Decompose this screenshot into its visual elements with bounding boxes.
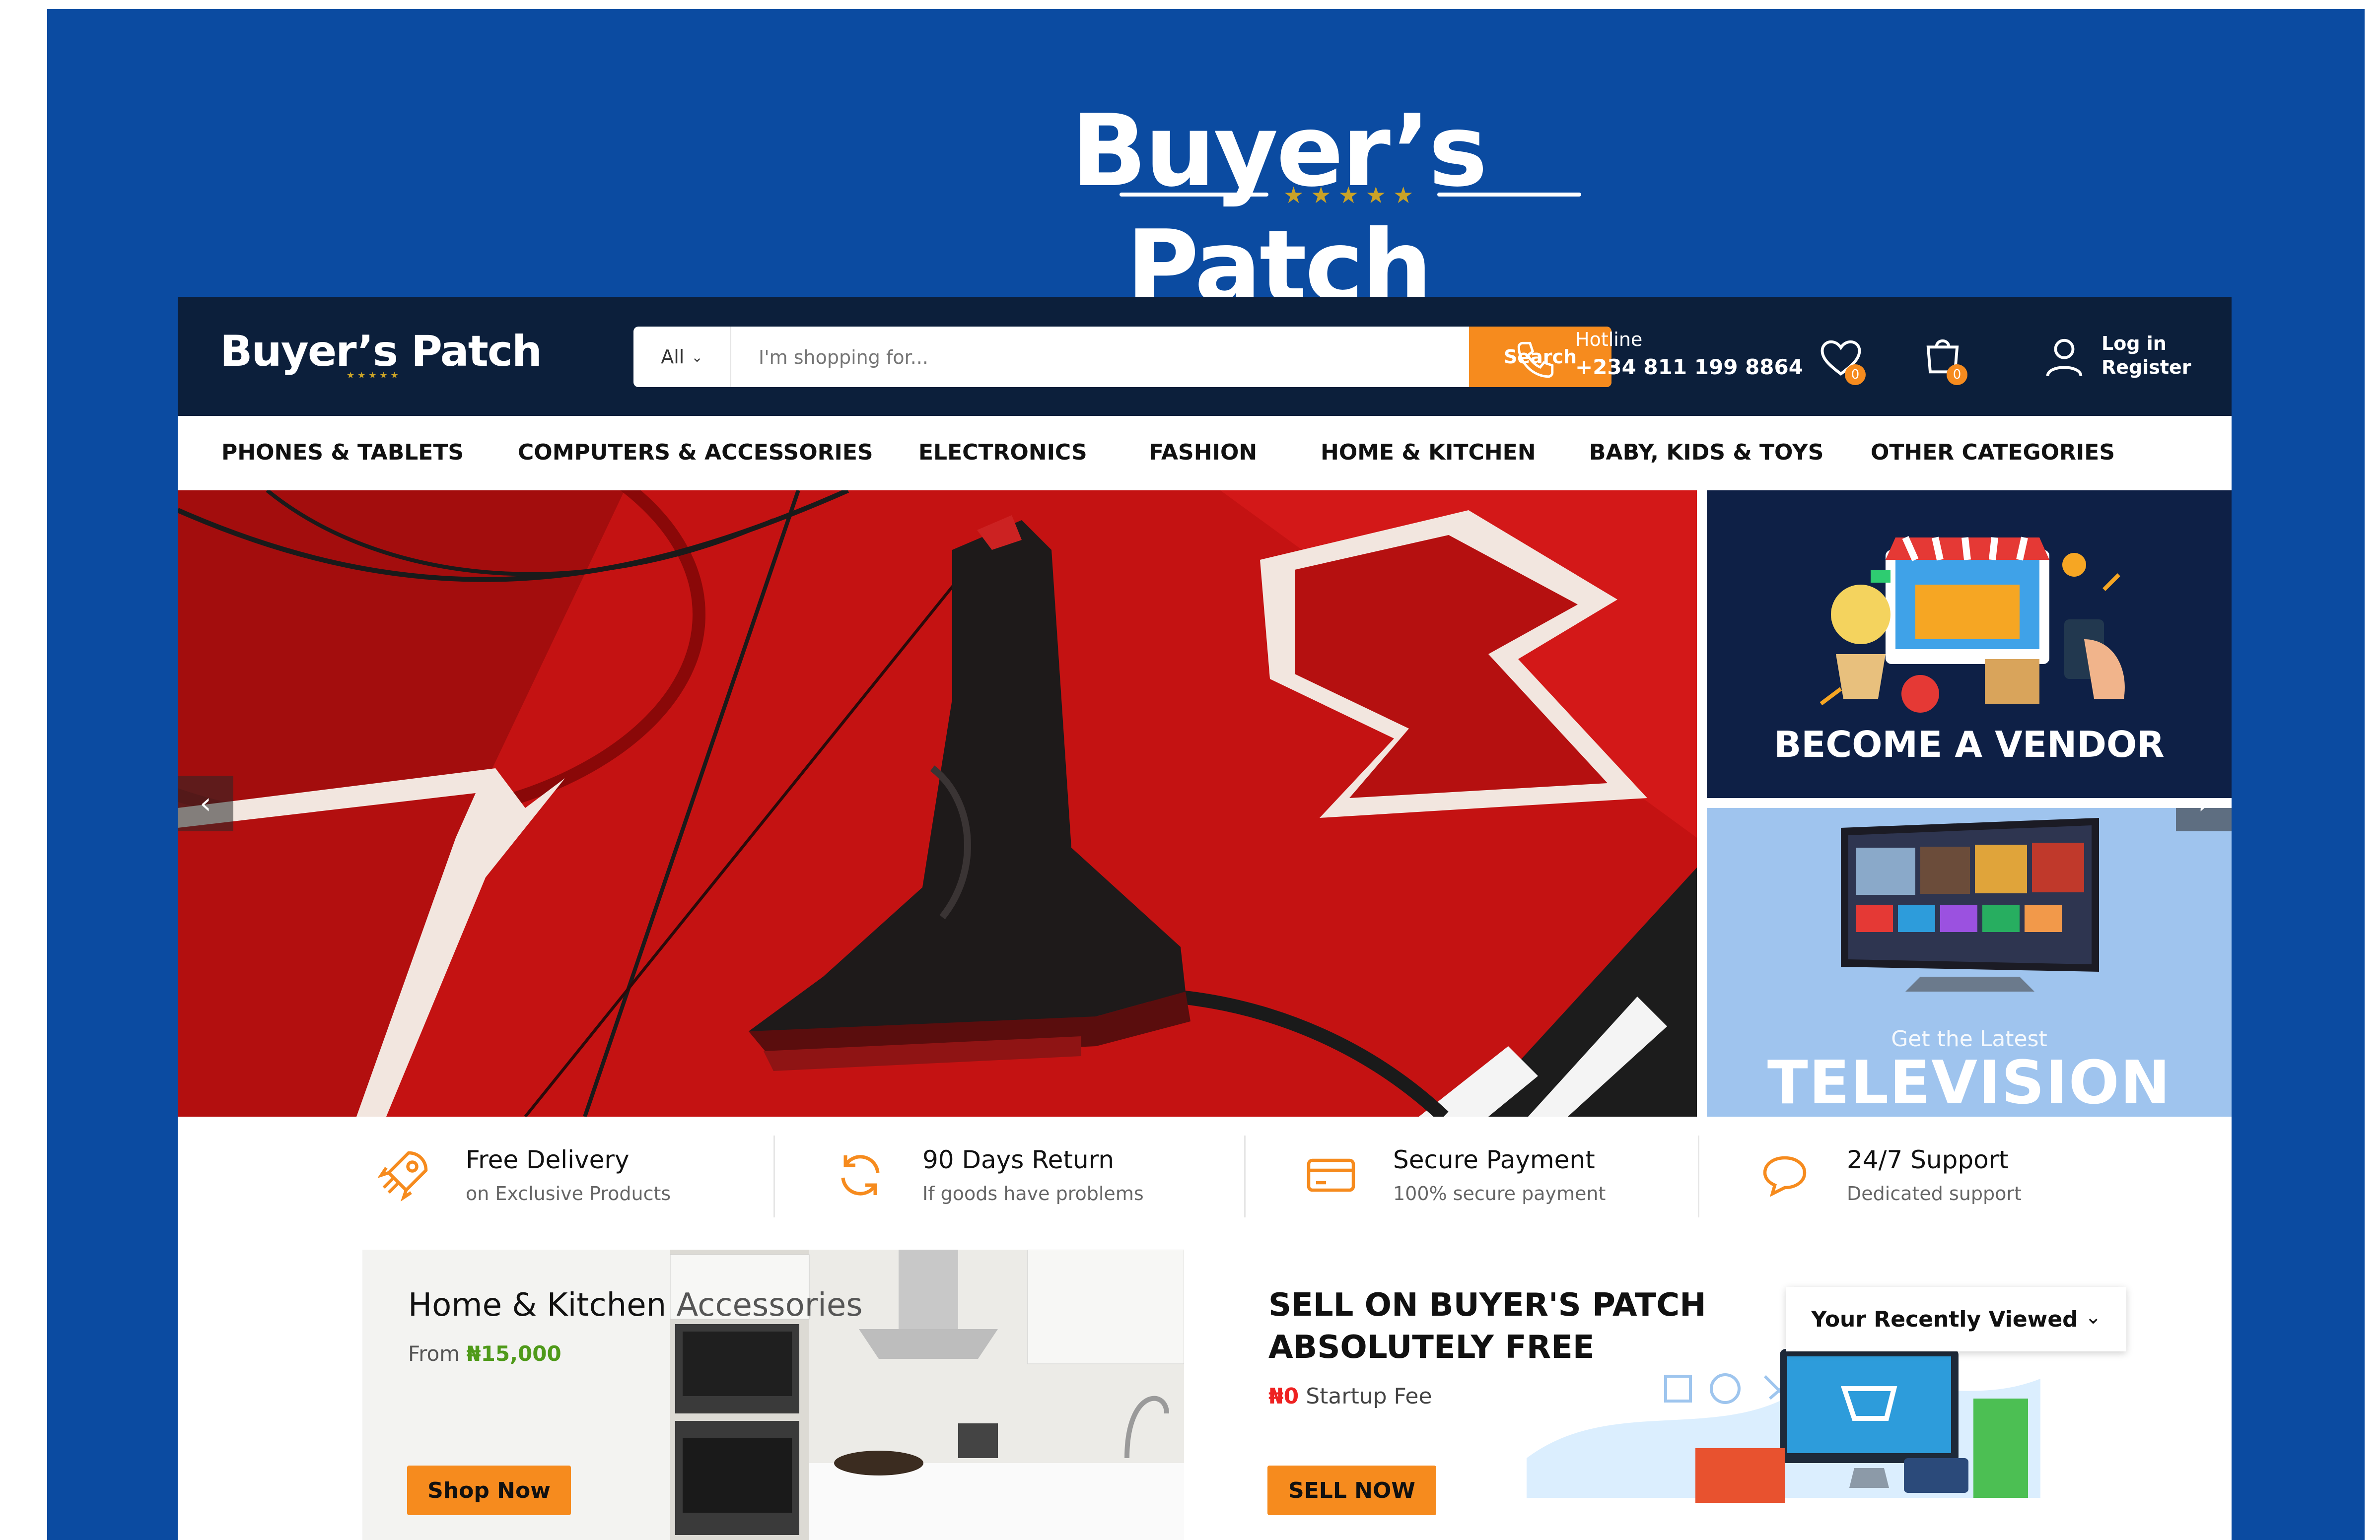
sell-now-button[interactable]: SELL NOW — [1267, 1466, 1436, 1515]
search-category-label: All — [661, 346, 685, 368]
slider-prev-button[interactable]: ‹ — [178, 776, 233, 831]
home-kitchen-promo[interactable]: Home & Kitchen Accessories From ₦15,000 … — [362, 1250, 1184, 1540]
feature-title: 24/7 Support — [1847, 1145, 2009, 1174]
feature-subtitle: 100% secure payment — [1393, 1183, 1606, 1205]
site-logo[interactable]: Buyer’s Patch ★★★★★ — [220, 327, 542, 381]
nav-item-phones-tablets[interactable]: PHONES & TABLETS — [221, 440, 464, 465]
price-value: ₦15,000 — [466, 1341, 561, 1366]
price-from-label: From — [408, 1341, 467, 1366]
television-banner[interactable]: Get the Latest TELEVISION › — [1707, 808, 2232, 1117]
tv-caption-big: TELEVISION — [1767, 1049, 2171, 1117]
feature-title: 90 Days Return — [922, 1145, 1115, 1174]
site-logo-stars: ★★★★★ — [347, 370, 402, 381]
feature-subtitle: Dedicated support — [1847, 1183, 2022, 1205]
sell-title-line1: SELL ON BUYER'S PATCH — [1268, 1287, 1706, 1324]
hotline-label: Hotline — [1575, 329, 1643, 350]
wishlist-count-badge: 0 — [1845, 364, 1866, 385]
search-category-select[interactable]: All ⌄ — [633, 327, 731, 387]
sell-title-line2: ABSOLUTELY FREE — [1268, 1329, 1595, 1366]
chevron-down-icon: ⌄ — [2085, 1306, 2101, 1329]
feature-title: Free Delivery — [466, 1145, 630, 1174]
brand-underline-right — [1437, 193, 1581, 197]
nav-item-computers-accessories[interactable]: COMPUTERS & ACCESSORIES — [518, 440, 873, 465]
nav-item-home-kitchen[interactable]: HOME & KITCHEN — [1321, 440, 1536, 465]
hero-slider[interactable]: ‹ — [178, 490, 1697, 1117]
chevron-down-icon: ⌄ — [691, 348, 703, 365]
brand-banner: Buyer’s Patch ★★★★★ — [941, 93, 1616, 325]
feature-divider — [1244, 1136, 1246, 1217]
fee-amount: ₦0 — [1268, 1384, 1299, 1409]
feature-divider — [773, 1136, 775, 1217]
vendor-caption: BECOME A VENDOR — [1774, 724, 2165, 765]
brand-title: Buyer’s Patch — [1071, 93, 1488, 325]
promo-home-price: From ₦15,000 — [408, 1341, 561, 1366]
feature-divider — [1698, 1136, 1699, 1217]
feature-title: Secure Payment — [1393, 1145, 1595, 1174]
cart-button[interactable]: 0 — [1918, 331, 1967, 385]
fee-label: Startup Fee — [1299, 1384, 1432, 1409]
hotline-number[interactable]: +234 811 199 8864 — [1575, 355, 1803, 379]
feature-subtitle: If goods have problems — [922, 1183, 1144, 1205]
login-link[interactable]: Log in — [2101, 333, 2167, 354]
become-vendor-banner[interactable]: BECOME A VENDOR — [1707, 490, 2232, 798]
tv-caption-small: Get the Latest — [1891, 1026, 2047, 1052]
sneaker-hero-image — [178, 490, 1697, 1117]
wishlist-button[interactable]: 0 — [1816, 333, 1866, 385]
website-screenshot: Buyer’s Patch ★★★★★ All ⌄ Search Hotline… — [178, 297, 2232, 1540]
recently-viewed-dropdown[interactable]: Your Recently Viewed ⌄ — [1786, 1287, 2126, 1351]
chat-icon — [1763, 1156, 1807, 1197]
nav-item-baby-kids-toys[interactable]: BABY, KIDS & TOYS — [1589, 440, 1823, 465]
brand-stars: ★★★★★ — [1283, 182, 1421, 208]
slider-next-button[interactable]: › — [2176, 808, 2232, 831]
promo-home-title-rest: Accessories — [676, 1287, 863, 1324]
nav-item-other-categories[interactable]: OTHER CATEGORIES — [1871, 440, 2115, 465]
credit-card-icon — [1307, 1158, 1355, 1192]
brand-underline-left — [1120, 193, 1268, 197]
startup-fee: ₦0 Startup Fee — [1268, 1384, 1432, 1409]
shop-now-button[interactable]: Shop Now — [407, 1466, 571, 1515]
search-bar: All ⌄ Search — [633, 327, 1611, 387]
promo-home-title: Home & Kitchen Accessories — [408, 1287, 863, 1324]
user-icon — [2046, 338, 2083, 377]
header-bar: Buyer’s Patch ★★★★★ All ⌄ Search Hotline… — [178, 297, 2232, 416]
nav-item-electronics[interactable]: ELECTRONICS — [918, 440, 1087, 465]
recently-viewed-label: Your Recently Viewed — [1811, 1306, 2078, 1332]
phone-icon — [1517, 341, 1554, 378]
site-logo-text: Buyer’s Patch — [220, 327, 542, 376]
search-input[interactable] — [758, 327, 1375, 387]
cart-count-badge: 0 — [1947, 364, 1967, 385]
refresh-icon — [841, 1155, 880, 1196]
rocket-icon — [377, 1151, 428, 1202]
feature-subtitle: on Exclusive Products — [466, 1183, 671, 1205]
register-link[interactable]: Register — [2101, 356, 2191, 378]
nav-item-fashion[interactable]: FASHION — [1149, 440, 1257, 465]
promo-home-title-main: Home & Kitchen — [408, 1287, 677, 1324]
category-nav: PHONES & TABLETS COMPUTERS & ACCESSORIES… — [178, 416, 2232, 490]
